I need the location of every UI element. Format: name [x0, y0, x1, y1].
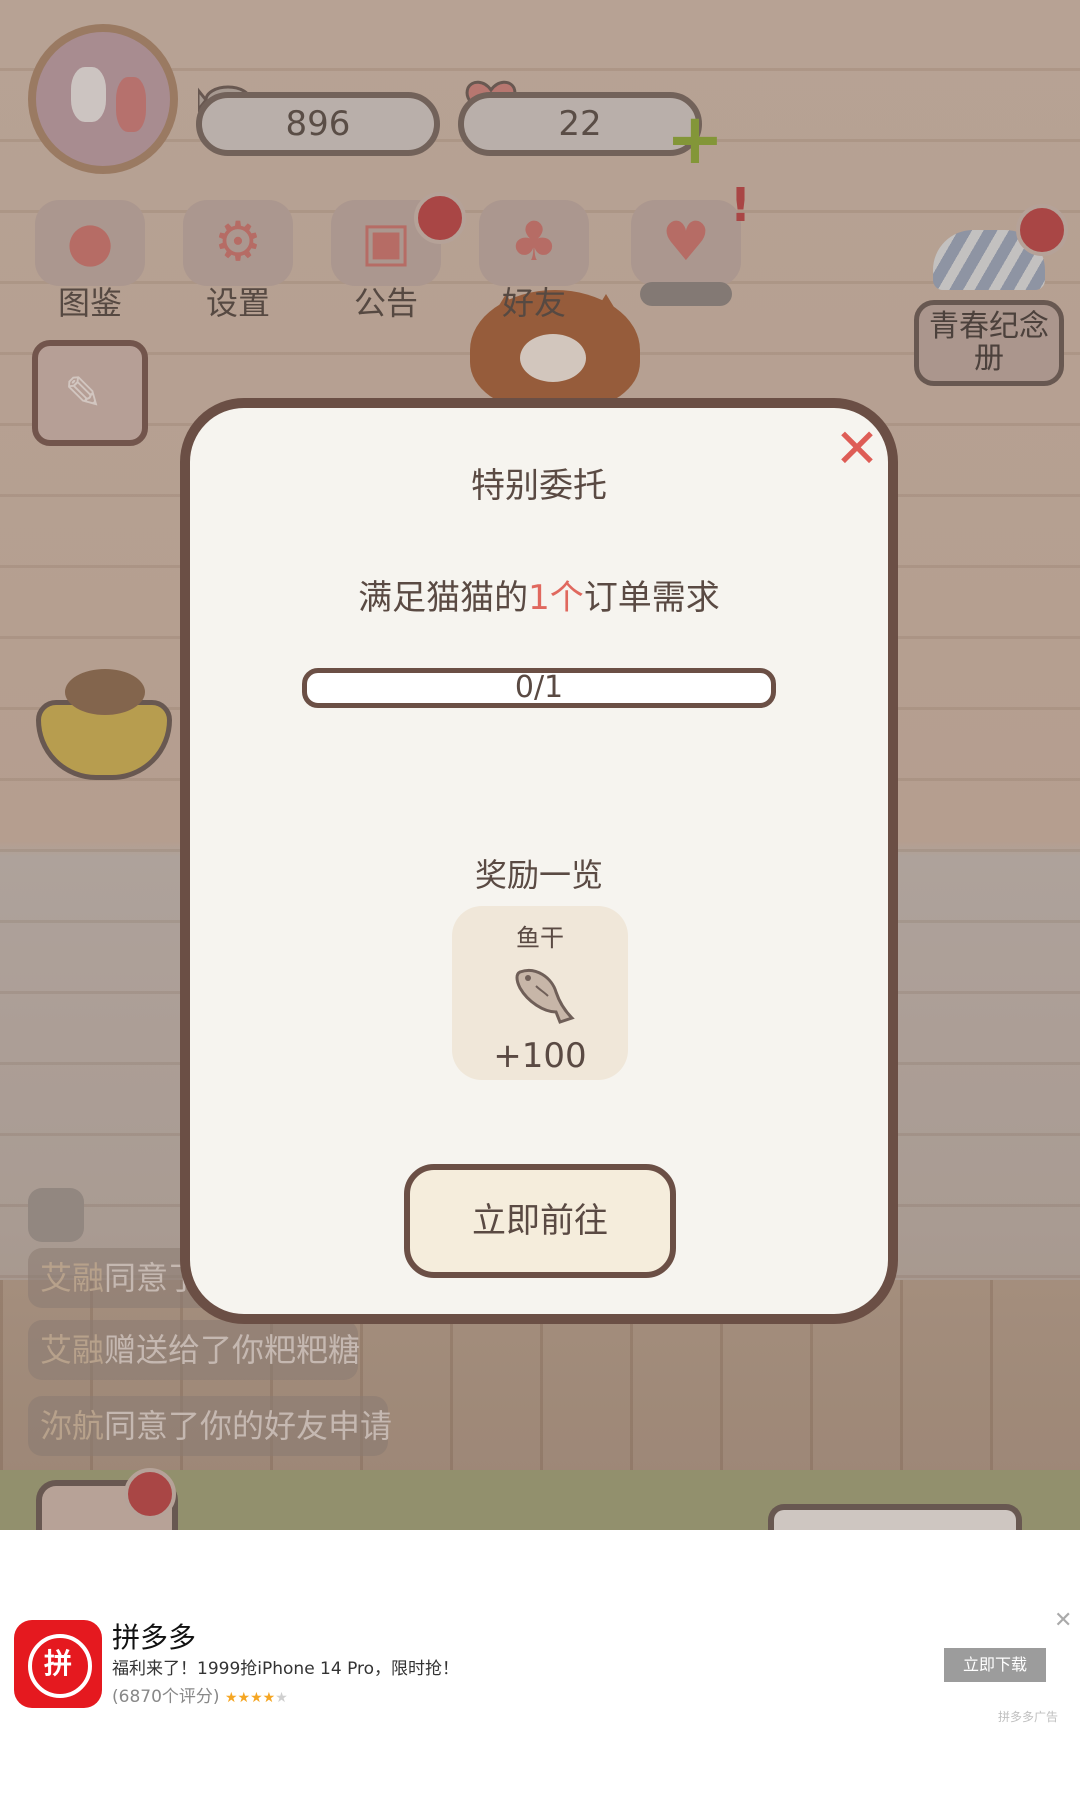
- task-description: 满足猫猫的1个订单需求: [180, 570, 898, 619]
- pinduoduo-logo: 拼: [14, 1620, 102, 1708]
- progress-text: 0/1: [514, 670, 564, 705]
- star-icon: ★: [237, 1690, 251, 1706]
- star-icon: ★: [250, 1690, 263, 1706]
- task-highlight: 1个: [528, 578, 584, 618]
- dialog-title: 特别委托: [471, 466, 607, 506]
- download-button[interactable]: 立即下载: [944, 1648, 1046, 1682]
- star-icon: ★: [275, 1690, 288, 1706]
- reward-name: 鱼干: [516, 924, 564, 952]
- reward-amount: +100: [493, 1036, 587, 1076]
- star-icon: ★: [262, 1690, 276, 1706]
- task-progress-bar: 0/1: [302, 668, 776, 708]
- rating-count: (6870个评分): [112, 1687, 220, 1707]
- ad-text: 福利来了！1999抢iPhone 14 Pro，限时抢！: [112, 1659, 460, 1679]
- reward-title: 奖励一览: [474, 856, 603, 894]
- ad-app-name: 拼多多: [112, 1621, 197, 1654]
- star-icon: ★: [224, 1690, 238, 1706]
- ad-banner[interactable]: 拼 拼多多 福利来了！1999抢iPhone 14 Pro，限时抢！ (6870…: [0, 1530, 1080, 1800]
- go-now-button[interactable]: 立即前往: [404, 1164, 676, 1278]
- reward-card: 鱼干 +100: [452, 906, 628, 1080]
- task-suffix: 订单需求: [583, 578, 720, 618]
- close-icon[interactable]: ✕: [1054, 1608, 1072, 1633]
- star-rating-icon: ★★★★★: [225, 1690, 288, 1706]
- dried-fish-icon: [515, 969, 575, 1024]
- task-prefix: 满足猫猫的: [358, 578, 529, 618]
- ad-tag: 拼多多广告: [998, 1710, 1059, 1724]
- ad-rating: (6870个评分) ★★★★★: [112, 1682, 288, 1707]
